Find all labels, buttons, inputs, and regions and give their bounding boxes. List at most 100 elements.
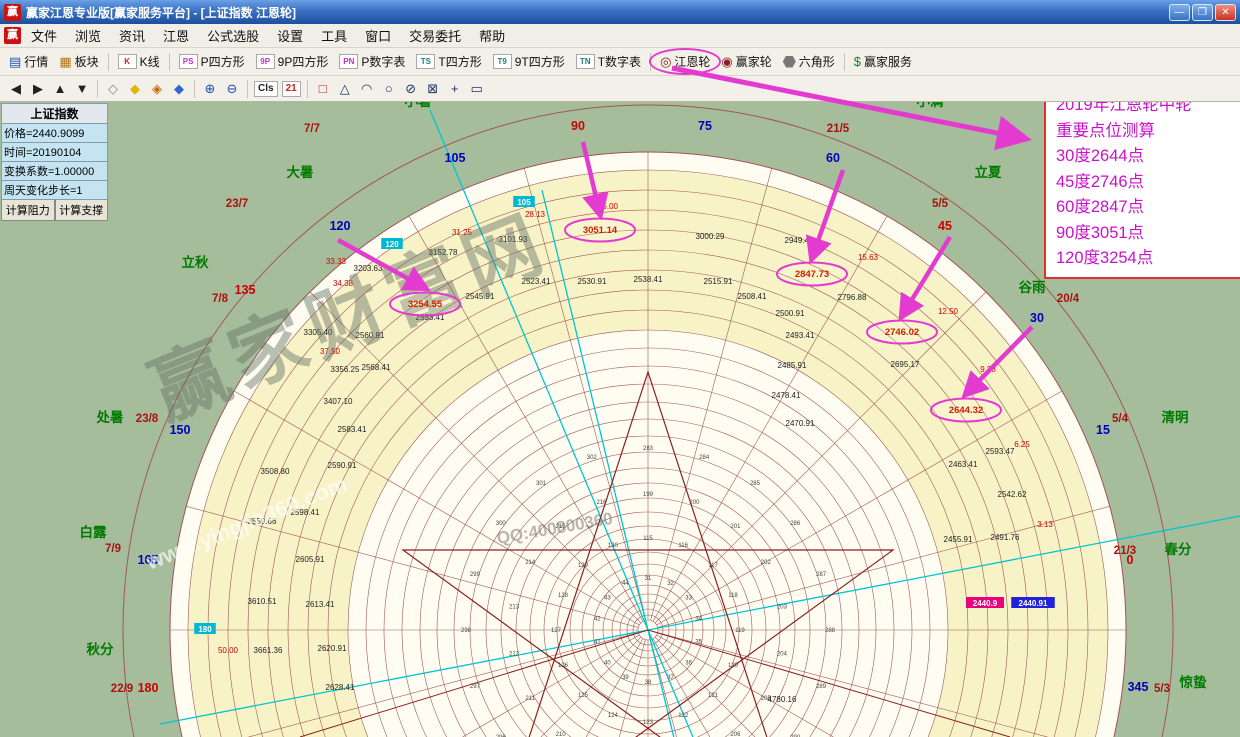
close-button[interactable]: ✕ [1215,4,1236,21]
toolbar-separator [307,80,308,98]
menu-gann[interactable]: 江恩 [154,24,198,47]
menu-bar: 赢 文件浏览资讯江恩公式选股设置工具窗口交易委托帮助 [0,24,1240,48]
toolbar-gann-wheel-button[interactable]: ◎江恩轮 [655,51,715,72]
menu-help[interactable]: 帮助 [470,24,514,47]
calc-support-button[interactable]: 计算支撑 [55,200,109,221]
wheel-price-number: 3508.80 [261,467,290,476]
delete-box-icon[interactable]: ⊠ [423,80,443,98]
menu-tools[interactable]: 工具 [312,24,356,47]
wheel-price-number: 2620.91 [318,644,347,653]
gann-grid-icon[interactable]: ◆ [169,80,189,98]
select-tool-icon[interactable]: ▭ [467,80,487,98]
toolbar-sectors-button[interactable]: ▦板块 [54,51,103,72]
toolbar-k-line-button[interactable]: KK线 [113,51,165,72]
toolbar-9p-square-button[interactable]: 9P9P四方形 [251,51,334,72]
arc-tool-icon[interactable]: ◠ [357,80,377,98]
scroll-left-icon[interactable]: ◀ [6,80,26,98]
9p-square-label: 9P四方形 [278,53,329,70]
menu-view[interactable]: 浏览 [66,24,110,47]
menu-file[interactable]: 文件 [22,24,66,47]
wheel-inner-number: 31 [645,576,652,582]
gann-box-icon[interactable]: ◈ [147,80,167,98]
info-row-2: 变换系数=1.00000 [1,162,108,181]
toolbar-separator [97,80,98,98]
solar-term-label: 小满 [917,102,945,109]
circle-tool-icon[interactable]: ○ [379,80,399,98]
annotation-line-3: 45度2746点 [1056,170,1230,196]
menu-trade-order[interactable]: 交易委托 [400,24,470,47]
solar-term-label: 惊蛰 [1179,674,1208,690]
toolbar-t-number-table-button[interactable]: TNT数字表 [571,51,646,72]
zoom-in-icon[interactable]: ⊕ [200,80,220,98]
wheel-inner-number: 119 [735,628,745,634]
minimize-button[interactable]: — [1169,4,1190,21]
gann-angle-icon[interactable]: ◇ [103,80,123,98]
toolbar-winner-wheel-button[interactable]: ◉赢家轮 [716,51,776,72]
scroll-up-icon[interactable]: ▲ [50,80,70,98]
calendar-21-button[interactable]: 21 [282,81,301,97]
triangle-tool-icon[interactable]: △ [335,80,355,98]
menu-information[interactable]: 资讯 [110,24,154,47]
zoom-out-icon[interactable]: ⊖ [222,80,242,98]
maximize-button[interactable]: ❐ [1192,4,1213,21]
wheel-price-number: 2478.41 [772,391,801,400]
solar-term-label: 谷雨 [1019,280,1047,295]
toolbar-p-number-table-button[interactable]: PNP数字表 [334,51,410,72]
annotation-line-5: 90度3051点 [1056,221,1230,247]
calc-resistance-button[interactable]: 计算阻力 [1,200,55,221]
cls-button[interactable]: Cls [254,81,278,97]
toolbar-market-quotes-button[interactable]: ▤行情 [4,51,53,72]
wheel-inner-number: 41 [594,640,601,646]
menu-items: 文件浏览资讯江恩公式选股设置工具窗口交易委托帮助 [22,24,514,47]
solar-term-date: 22/9 [111,683,133,695]
wheel-price-number: 2542.62 [998,490,1027,499]
menu-formula-stock-picker[interactable]: 公式选股 [198,24,268,47]
gann-square-icon[interactable]: ◆ [125,80,145,98]
9t-square-icon: T9 [493,54,512,69]
toolbar-9t-square-button[interactable]: T99T四方形 [488,51,570,72]
menu-window[interactable]: 窗口 [356,24,400,47]
rect-tool-icon[interactable]: □ [313,80,333,98]
wheel-inner-number: 297 [470,684,481,690]
toolbar-winner-service-button[interactable]: $赢家服务 [849,51,917,72]
wheel-price-number: 2628.41 [326,683,355,692]
wheel-inner-number: 287 [816,572,827,578]
wheel-inner-number: 286 [790,521,801,527]
solar-term-label: 处暑 [96,409,124,425]
titlebar: 赢 赢家江恩专业版[赢家服务平台] - [上证指数 江恩轮] — ❐ ✕ [0,0,1240,24]
toolbar-p-square-button[interactable]: PSP四方形 [174,51,250,72]
toolbar-separator [108,53,109,71]
hexagon-label: 六角形 [799,53,835,70]
wheel-price-number: 2583.41 [338,425,367,434]
wheel-degree-label: 75 [698,119,712,133]
menu-logo-icon: 赢 [4,27,21,44]
no-draw-icon[interactable]: ⊘ [401,80,421,98]
solar-term-date: 7/9 [105,543,121,555]
annotation-line-6: 120度3254点 [1056,246,1230,272]
solar-term-label: 大暑 [287,164,314,180]
wheel-degree-label: 45 [938,219,952,233]
toolbar-separator [650,53,651,71]
window-title: 赢家江恩专业版[赢家服务平台] - [上证指数 江恩轮] [26,4,1164,21]
wheel-inner-number: 40 [604,660,611,666]
toolbar-hexagon-button[interactable]: 六角形 [778,51,840,72]
wheel-inner-number: 117 [708,563,718,569]
wheel-inner-number: 128 [558,593,569,599]
winner-service-label: 赢家服务 [864,53,912,70]
wheel-price-number: 2485.91 [778,361,807,370]
wheel-inner-number: 122 [678,713,689,719]
main-toolbar: ▤行情▦板块 KK线 PSP四方形9P9P四方形PNP数字表TST四方形T99T四方… [0,48,1240,76]
winner-wheel-label: 赢家轮 [736,53,772,70]
crosshair-icon[interactable]: + [445,80,465,98]
scroll-down-icon[interactable]: ▼ [72,80,92,98]
menu-settings[interactable]: 设置 [268,24,312,47]
scroll-right-icon[interactable]: ▶ [28,80,48,98]
wheel-inner-number: 283 [643,446,654,452]
wheel-price-number: 2491.76 [991,533,1020,542]
wheel-degree-label: 135 [235,283,256,297]
wheel-inner-number: 34 [695,616,702,622]
toolbar-t-square-button[interactable]: TST四方形 [411,51,486,72]
wheel-inner-number: 32 [667,581,674,587]
p-number-table-label: P数字表 [361,53,405,70]
wheel-chip-number: 2440.91 [1019,599,1048,608]
